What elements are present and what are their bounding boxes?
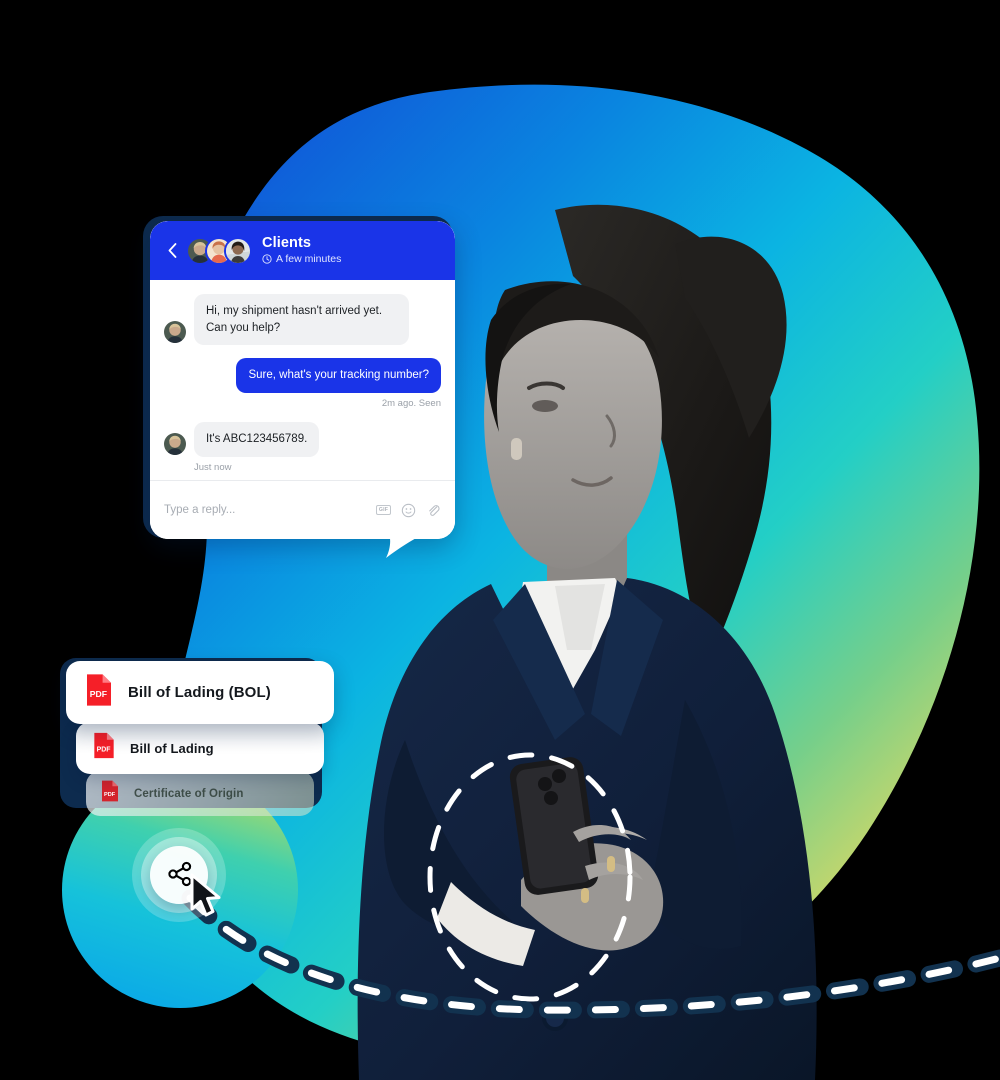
avatar bbox=[164, 432, 186, 455]
svg-text:PDF: PDF bbox=[104, 792, 116, 798]
document-label: Bill of Lading (BOL) bbox=[128, 684, 271, 701]
mouse-pointer-icon bbox=[188, 873, 230, 928]
chevron-left-icon[interactable] bbox=[162, 243, 182, 258]
message-incoming-1: Hi, my shipment hasn't arrived yet. Can … bbox=[164, 294, 441, 346]
reply-input[interactable]: Type a reply... bbox=[164, 504, 376, 516]
message-meta: Just now bbox=[194, 461, 232, 473]
document-label: Bill of Lading bbox=[130, 740, 214, 756]
document-card-bill-of-lading-bol[interactable]: PDF Bill of Lading (BOL) bbox=[66, 661, 334, 724]
chat-message-list: Hi, my shipment hasn't arrived yet. Can … bbox=[150, 280, 455, 480]
chat-status: A few minutes bbox=[262, 253, 341, 267]
svg-text:PDF: PDF bbox=[90, 689, 107, 699]
dashed-path-trail bbox=[180, 880, 1000, 1045]
scene-root: Clients A few minutes Hi, my shipment ha… bbox=[0, 0, 1000, 1080]
avatar-client-3 bbox=[224, 236, 252, 265]
client-avatar-group[interactable] bbox=[186, 236, 252, 265]
message-outgoing-1: Sure, what's your tracking number? bbox=[164, 358, 441, 394]
chat-input-bar[interactable]: Type a reply... GIF bbox=[150, 480, 455, 539]
gif-icon[interactable]: GIF bbox=[376, 503, 391, 518]
message-bubble: Sure, what's your tracking number? bbox=[236, 358, 441, 394]
pdf-file-icon: PDF bbox=[92, 731, 116, 765]
attachment-icon[interactable] bbox=[426, 503, 441, 518]
avatar bbox=[164, 321, 186, 344]
document-label: Certificate of Origin bbox=[134, 787, 244, 800]
chat-title: Clients bbox=[262, 234, 312, 251]
chat-status-label: A few minutes bbox=[276, 252, 342, 265]
pdf-file-icon: PDF bbox=[100, 779, 120, 808]
message-bubble: It's ABC123456789. bbox=[194, 422, 320, 457]
document-card-bill-of-lading[interactable]: PDF Bill of Lading bbox=[76, 722, 324, 774]
message-incoming-2: It's ABC123456789. bbox=[164, 422, 441, 457]
chat-header: Clients A few minutes bbox=[150, 221, 455, 280]
emoji-icon[interactable] bbox=[401, 503, 416, 518]
svg-text:PDF: PDF bbox=[97, 746, 111, 753]
message-bubble: Hi, my shipment hasn't arrived yet. Can … bbox=[194, 294, 409, 346]
chat-card: Clients A few minutes Hi, my shipment ha… bbox=[150, 221, 455, 558]
clock-icon bbox=[262, 254, 272, 264]
document-card-certificate-of-origin[interactable]: PDF Certificate of Origin bbox=[86, 771, 314, 816]
message-meta: 2m ago. Seen bbox=[381, 398, 441, 410]
pdf-file-icon: PDF bbox=[84, 672, 114, 713]
